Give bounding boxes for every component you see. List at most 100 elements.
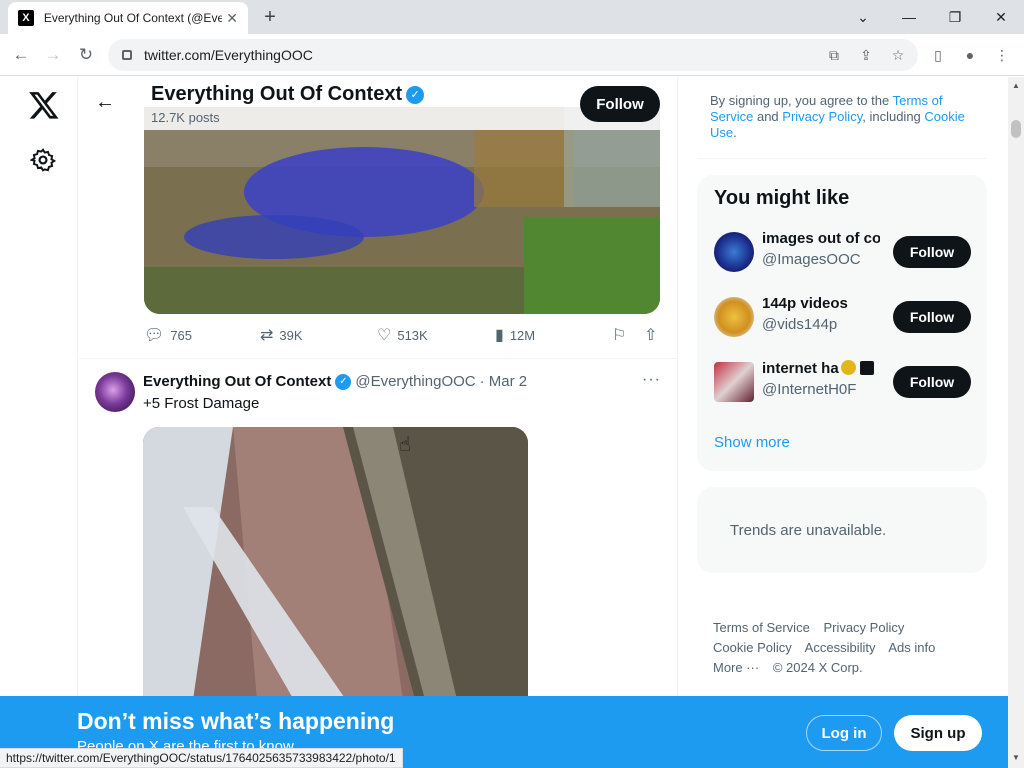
account-handle: @vids144p: [762, 316, 838, 333]
like-action[interactable]: ♡ 513K: [377, 325, 428, 345]
back-icon[interactable]: ←: [8, 42, 34, 68]
profile-avatar-icon[interactable]: ●: [960, 45, 980, 65]
account-name[interactable]: internet ha: [762, 360, 880, 377]
verified-badge-icon: ✓: [335, 373, 352, 390]
right-sidebar: By signing up, you agree to the Terms of…: [697, 77, 992, 768]
follow-button[interactable]: Follow: [580, 86, 660, 122]
show-more-link[interactable]: Show more: [714, 434, 790, 451]
footer-links: Terms of Service Privacy Policy Cookie P…: [713, 618, 973, 678]
suggested-account[interactable]: images out of co @ImagesOOC Follow: [697, 220, 987, 285]
account-handle: @InternetH0F: [762, 381, 857, 398]
minimize-button[interactable]: —: [886, 0, 932, 34]
retweet-action[interactable]: ⇄ 39K: [260, 325, 303, 345]
footer-cookie-link[interactable]: Cookie Policy: [713, 640, 792, 655]
views-chart-icon: ▮: [495, 327, 504, 344]
tweet-author-name[interactable]: Everything Out Of Context: [143, 373, 331, 390]
scroll-down-icon[interactable]: ▼: [1012, 753, 1020, 762]
account-name[interactable]: 144p videos: [762, 295, 880, 312]
tweet-header: Everything Out Of Context ✓ @EverythingO…: [143, 373, 527, 390]
address-bar[interactable]: twitter.com/EverythingOOC: [108, 39, 918, 71]
account-name[interactable]: images out of co: [762, 230, 880, 247]
mouse-cursor-icon: ☝: [399, 434, 412, 456]
restore-button[interactable]: ❐: [932, 0, 978, 34]
suggested-account[interactable]: internet ha @InternetH0F Follow: [697, 350, 987, 415]
tweet-media-image[interactable]: [144, 107, 660, 314]
terms-including: , including: [862, 109, 925, 124]
views-action[interactable]: ▮ 12M: [495, 325, 535, 345]
trends-unavailable-text: Trends are unavailable.: [730, 522, 887, 539]
account-name-text: internet ha: [762, 360, 839, 377]
more-options-icon[interactable]: ···: [642, 371, 661, 389]
retweet-count: 39K: [279, 327, 303, 343]
terms-and: and: [753, 109, 783, 124]
who-to-follow-panel: You might like images out of co @ImagesO…: [697, 175, 987, 471]
footer-ads-info-link[interactable]: Ads info: [888, 640, 935, 655]
bookmark-star-icon[interactable]: ☆: [888, 45, 908, 65]
trends-panel: Trends are unavailable.: [697, 487, 987, 573]
retweet-icon: ⇄: [260, 327, 274, 344]
tab-search-icon[interactable]: ⌄: [840, 0, 886, 34]
gold-verified-badge-icon: [840, 360, 856, 375]
log-in-button[interactable]: Log in: [806, 715, 882, 751]
tweet-date[interactable]: · Mar 2: [480, 373, 528, 390]
privacy-policy-link[interactable]: Privacy Policy: [782, 109, 862, 124]
close-window-button[interactable]: ✕: [978, 0, 1024, 34]
reload-icon[interactable]: ↻: [73, 42, 99, 68]
page-content: ← Everything Out Of Context ✓ 12.7K post…: [0, 77, 1008, 768]
avatar[interactable]: [95, 372, 135, 412]
heart-icon: ♡: [377, 327, 392, 344]
banner-headline: Don’t miss what’s happening: [77, 708, 395, 734]
sign-up-button[interactable]: Sign up: [894, 715, 982, 751]
signup-terms-note: By signing up, you agree to the Terms of…: [697, 77, 987, 159]
tweet-text: +5 Frost Damage: [143, 395, 260, 412]
footer-privacy-link[interactable]: Privacy Policy: [823, 620, 904, 635]
settings-gear-icon[interactable]: [30, 147, 56, 173]
side-panel-icon[interactable]: ▯: [928, 45, 948, 65]
x-favicon-icon: X: [18, 10, 34, 26]
tab-close-icon[interactable]: ✕: [226, 10, 238, 27]
avatar[interactable]: [714, 232, 754, 272]
browser-tab[interactable]: X Everything Out Of Context (@Eve ✕: [8, 2, 248, 34]
status-bar-url: https://twitter.com/EverythingOOC/status…: [0, 748, 403, 768]
avatar[interactable]: [714, 362, 754, 402]
browser-tab-bar: X Everything Out Of Context (@Eve ✕ + ⌄ …: [0, 0, 1024, 34]
scroll-up-icon[interactable]: ▲: [1012, 81, 1020, 90]
open-in-app-icon[interactable]: ⧉: [824, 45, 844, 65]
footer-accessibility-link[interactable]: Accessibility: [805, 640, 876, 655]
footer-terms-link[interactable]: Terms of Service: [713, 620, 810, 635]
page-scrollbar[interactable]: ▲ ▼: [1008, 77, 1024, 768]
x-logo-icon[interactable]: [28, 89, 60, 121]
main-timeline: ← Everything Out Of Context ✓ 12.7K post…: [79, 77, 678, 768]
footer-more-link[interactable]: More ···: [713, 660, 759, 675]
footer-copyright: © 2024 X Corp.: [772, 660, 863, 675]
profile-name: Everything Out Of Context ✓: [151, 83, 425, 106]
share-action[interactable]: ⇧: [644, 325, 663, 345]
back-arrow-icon[interactable]: ←: [95, 91, 115, 114]
profile-name-text: Everything Out Of Context: [151, 83, 403, 105]
media-thumbnail: [144, 107, 660, 314]
tweet-author-handle[interactable]: @EverythingOOC: [355, 373, 475, 390]
left-nav: [0, 77, 78, 768]
browser-toolbar: ← → ↻ twitter.com/EverythingOOC ⧉ ⇪ ☆ ▯ …: [0, 34, 1024, 76]
view-count: 12M: [509, 327, 536, 343]
like-count: 513K: [397, 327, 428, 343]
account-handle: @ImagesOOC: [762, 251, 861, 268]
lock-icon: [122, 50, 132, 60]
follow-button[interactable]: Follow: [893, 236, 971, 268]
post-count: 12.7K posts: [151, 110, 220, 125]
bookmark-action[interactable]: ⚐: [612, 325, 632, 345]
upload-share-icon: ⇧: [644, 327, 658, 344]
chrome-menu-icon[interactable]: ⋮: [992, 45, 1012, 65]
follow-button[interactable]: Follow: [893, 366, 971, 398]
share-icon[interactable]: ⇪: [856, 45, 876, 65]
forward-icon[interactable]: →: [40, 42, 66, 68]
scrollbar-thumb[interactable]: [1011, 120, 1021, 138]
new-tab-button[interactable]: +: [258, 5, 282, 29]
avatar[interactable]: [714, 297, 754, 337]
suggested-account[interactable]: 144p videos @vids144p Follow: [697, 285, 987, 350]
reply-count: 765: [170, 327, 193, 343]
reply-action[interactable]: 💬︎ 765: [144, 325, 192, 345]
panel-title: You might like: [714, 187, 850, 209]
follow-button[interactable]: Follow: [893, 301, 971, 333]
profile-header: ← Everything Out Of Context ✓ 12.7K post…: [79, 77, 677, 130]
